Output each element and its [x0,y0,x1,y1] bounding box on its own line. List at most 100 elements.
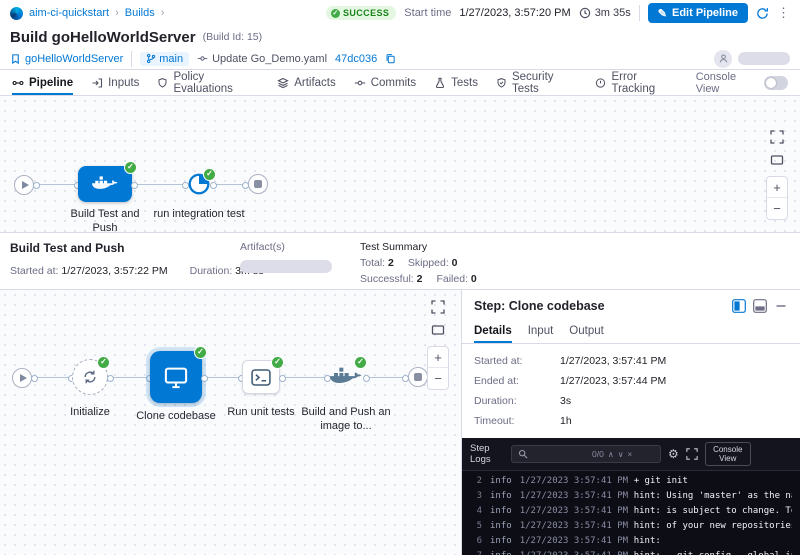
play-icon [22,181,29,189]
harness-logo-icon [10,7,23,20]
canvas-toolbar: + − [766,130,788,220]
console-view-toggle[interactable] [764,76,788,90]
connector [36,184,78,185]
log-line-number: 5 [470,520,482,533]
zoom-in-button[interactable]: + [767,177,787,198]
layout-bottom-icon[interactable] [753,299,767,313]
connector [282,377,328,378]
edit-pipeline-button[interactable]: ✎ Edit Pipeline [648,3,748,23]
step-node-label[interactable]: Run unit tests [219,406,303,420]
repo-icon [10,53,21,65]
stop-icon [414,373,422,381]
elapsed-value: 3m 35s [595,7,631,19]
monitor-icon [163,365,189,389]
check-circle-icon: ✓ [331,9,340,18]
fit-view-icon[interactable] [431,323,445,337]
execution-tabs: Pipeline Inputs Policy Evaluations Artif… [0,70,800,96]
refresh-button[interactable] [756,7,769,20]
pencil-icon: ✎ [658,7,667,20]
log-search-input[interactable] [532,449,588,459]
fullscreen-icon[interactable] [431,300,445,314]
breadcrumb-builds[interactable]: Builds [125,7,155,19]
success-check-icon: ✓ [354,356,367,369]
stage-node-label[interactable]: run integration test [151,208,247,222]
stage-end-node[interactable] [408,367,428,387]
breadcrumb-project[interactable]: aim-ci-quickstart [29,7,109,19]
tab-commits[interactable]: Commits [354,70,416,95]
search-prev-icon[interactable]: ∧ [608,450,614,459]
layout-split-icon[interactable] [732,299,746,313]
fit-view-icon[interactable] [770,153,784,167]
stage-node-run-integration-test[interactable]: ✓ [187,172,211,199]
log-line: 5info1/27/2023 3:57:41 PMhint: of your n… [462,519,800,534]
log-fullscreen-icon[interactable] [686,448,698,460]
tab-security-tests[interactable]: Security Tests [496,70,578,95]
copy-icon[interactable] [385,53,396,64]
commit-sha[interactable]: 47dc036 [335,53,377,65]
log-line: 6info1/27/2023 3:57:41 PMhint: [462,534,800,549]
artifacts-label: Artifact(s) [240,241,285,253]
tab-error-tracking[interactable]: Error Tracking [595,70,677,95]
commit-message: Update Go_Demo.yaml [197,53,327,65]
search-counter: 0/0 [592,449,604,459]
step-tab-details[interactable]: Details [474,318,512,343]
docker-whale-icon [330,366,362,388]
log-level: info [490,505,512,518]
step-node-label[interactable]: Initialize [50,406,130,420]
minimize-icon[interactable] [774,299,788,313]
fullscreen-icon[interactable] [770,130,784,144]
console-view-button[interactable]: Console View [705,442,751,466]
stage-start-node[interactable] [12,368,32,388]
pipeline-end-node[interactable] [248,174,268,194]
tab-artifacts[interactable]: Artifacts [277,70,336,95]
tab-policy-evaluations[interactable]: Policy Evaluations [157,70,259,95]
step-node-run-unit-tests[interactable]: ✓ [242,360,280,394]
tab-tests[interactable]: Tests [434,70,478,95]
chevron-right-icon: › [115,7,119,19]
step-node-label[interactable]: Build and Push an image to... [300,406,392,434]
detail-value: 1/27/2023, 3:57:44 PM [560,375,788,387]
repo-link[interactable]: goHelloWorldServer [10,53,123,65]
log-time: 1/27/2023 3:57:41 PM [520,520,626,533]
commit-icon [197,53,208,64]
step-node-initialize[interactable]: ✓ [72,359,108,395]
search-next-icon[interactable]: ∨ [618,450,624,459]
pipeline-start-node[interactable] [14,175,34,195]
more-options-button[interactable]: ⋮ [777,5,790,21]
step-panel-tabs: Details Input Output [462,318,800,344]
branch-chip[interactable]: main [140,52,189,66]
search-close-icon[interactable]: × [628,450,633,459]
success-check-icon: ✓ [203,168,216,181]
step-node-build-and-push[interactable]: ✓ [328,363,364,391]
log-line: 3info1/27/2023 3:57:41 PMhint: Using 'ma… [462,489,800,504]
shield-icon [157,77,168,89]
canvas-toolbar: + − [427,300,449,390]
zoom-out-button[interactable]: − [767,198,787,219]
status-badge: ✓ SUCCESS [326,6,396,20]
connector [366,377,406,378]
layers-icon [277,77,289,89]
redacted-artifact [240,260,332,273]
step-node-clone-codebase[interactable]: ✓ [150,351,202,403]
step-tab-input[interactable]: Input [528,318,554,343]
detail-label: Timeout: [474,415,560,427]
clock-icon [579,7,591,19]
step-detail-panel: Step: Clone codebase Details Input Outpu… [462,290,800,555]
status-label: SUCCESS [343,8,389,18]
zoom-in-button[interactable]: + [428,347,448,368]
stage-node-build-test-and-push[interactable]: ✓ [78,166,132,202]
log-search[interactable]: 0/0 ∧ ∨ × [511,445,661,463]
tab-pipeline[interactable]: Pipeline [12,70,73,95]
log-settings-gear-icon[interactable]: ⚙ [668,447,679,461]
zoom-out-button[interactable]: − [428,368,448,389]
artifacts-column: Artifact(s) [240,241,332,273]
tab-inputs[interactable]: Inputs [91,70,139,95]
log-body[interactable]: 2info1/27/2023 3:57:41 PM+ git init 3inf… [462,471,800,555]
build-id: (Build Id: 15) [203,31,263,43]
log-level: info [490,535,512,548]
log-level: info [490,475,512,488]
start-time-label: Start time [404,7,451,19]
log-line-number: 7 [470,550,482,555]
step-tab-output[interactable]: Output [569,318,604,343]
step-node-label[interactable]: Clone codebase [131,410,221,424]
